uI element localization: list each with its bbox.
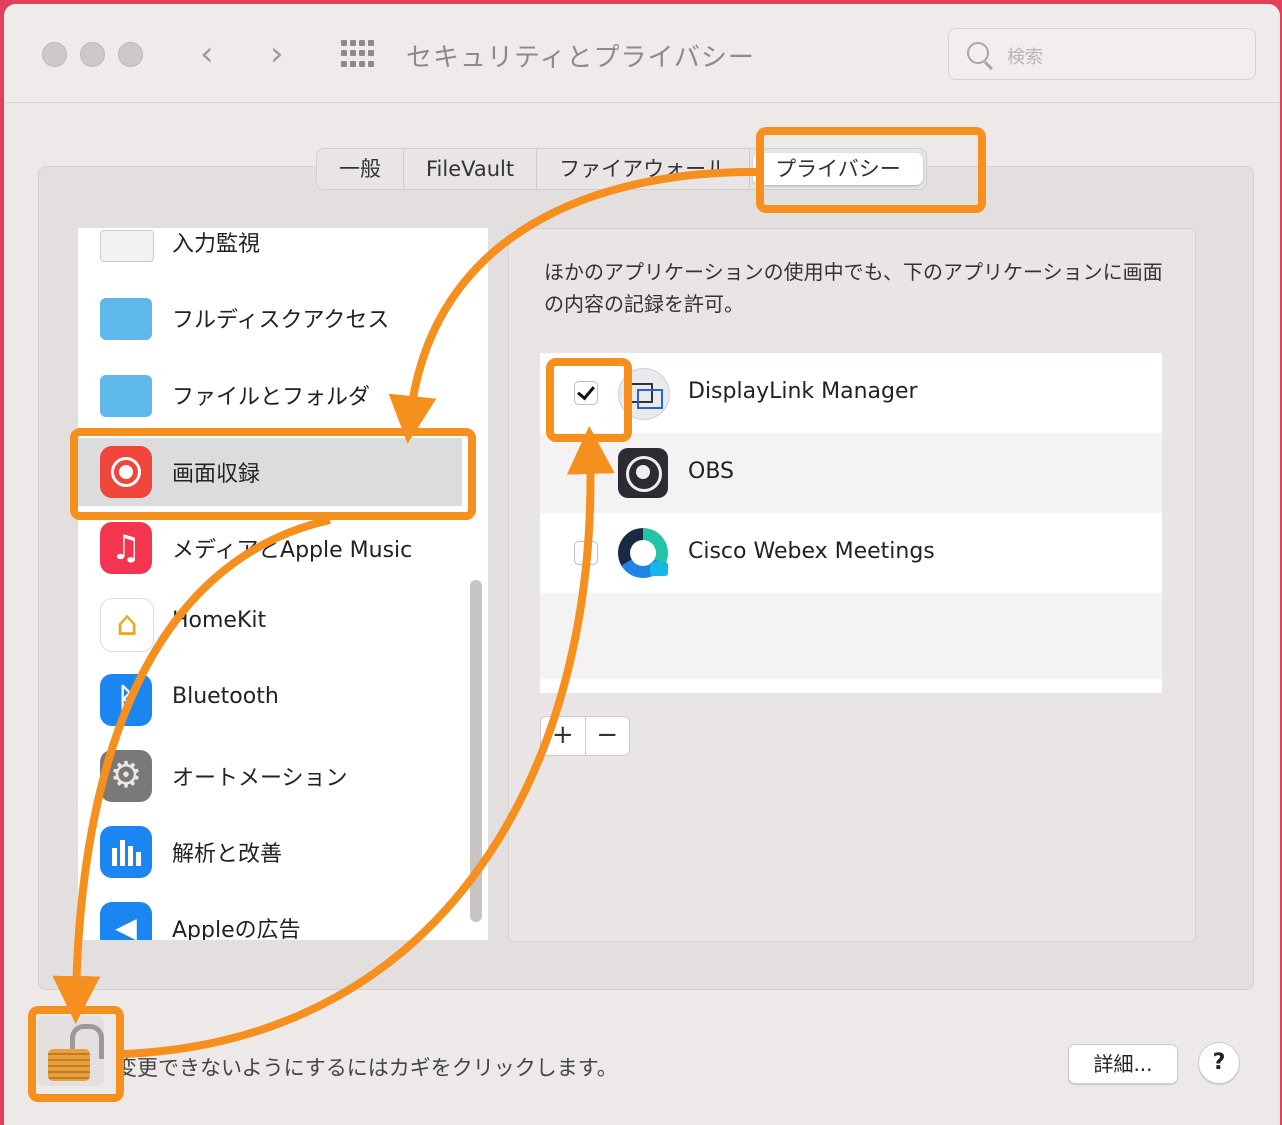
app-name: OBS [688, 459, 734, 484]
gear-icon: ⚙ [100, 750, 152, 802]
sidebar-item-label: HomeKit [172, 608, 267, 633]
sidebar-item-automation[interactable]: ⚙ オートメーション [78, 742, 462, 810]
advanced-button[interactable]: 詳細... [1068, 1044, 1178, 1084]
search-input[interactable]: 検索 [1007, 43, 1043, 69]
sidebar-item-label: 入力監視 [172, 232, 261, 257]
tab-firewall[interactable]: ファイアウォール [537, 149, 751, 189]
window-title: セキュリティとプライバシー [406, 43, 755, 73]
webex-checkbox[interactable] [574, 541, 598, 565]
megaphone-icon: ◀ [100, 902, 152, 940]
home-icon: ⌂ [100, 598, 154, 652]
tab-general[interactable]: 一般 [317, 149, 404, 189]
sidebar-item-full-disk-access[interactable]: フルディスクアクセス [78, 284, 462, 352]
tab-filevault[interactable]: FileVault [404, 149, 538, 189]
obs-app-icon [618, 448, 668, 498]
sidebar-item-bluetooth[interactable]: ᛒ Bluetooth [78, 666, 462, 734]
add-app-button[interactable]: + [541, 717, 586, 755]
sidebar-item-label: 解析と改善 [172, 842, 283, 867]
music-icon: ♫ [100, 522, 152, 574]
add-remove-control: + − [540, 716, 630, 756]
app-permission-list: DisplayLink Manager OBS Cisco Webex Meet… [540, 353, 1162, 693]
highlight-displaylink-checkbox [546, 358, 632, 442]
app-row-displaylink[interactable]: DisplayLink Manager [540, 353, 1162, 433]
app-name: Cisco Webex Meetings [688, 539, 935, 564]
folder-icon [100, 375, 152, 417]
highlight-privacy-tab [756, 127, 986, 213]
highlight-screen-recording [70, 428, 476, 520]
sidebar-item-label: メディアとApple Music [172, 538, 413, 563]
app-row-webex[interactable]: Cisco Webex Meetings [540, 513, 1162, 593]
empty-row [540, 593, 1162, 679]
sidebar-item-label: Bluetooth [172, 684, 279, 709]
sidebar-item-media-apple-music[interactable]: ♫ メディアとApple Music [78, 514, 462, 582]
minimize-button[interactable] [80, 42, 105, 67]
sidebar-item-homekit[interactable]: ⌂ HomeKit [78, 590, 462, 658]
app-name: DisplayLink Manager [688, 379, 918, 404]
highlight-lock [28, 1006, 124, 1102]
remove-app-button[interactable]: − [586, 717, 630, 755]
folder-icon [100, 298, 152, 340]
lock-hint-text: 変更できないようにするにはカギをクリックします。 [116, 1056, 618, 1080]
forward-chevron-icon[interactable]: › [270, 34, 284, 74]
chart-icon [100, 826, 152, 878]
back-chevron-icon[interactable]: ‹ [200, 34, 214, 74]
sidebar-item-files-and-folders[interactable]: ファイルとフォルダ [78, 361, 462, 429]
privacy-category-list: 入力監視 フルディスクアクセス ファイルとフォルダ 画面収録 ♫ メディアとAp… [78, 228, 488, 940]
sidebar-item-analytics[interactable]: 解析と改善 [78, 818, 462, 886]
sidebar-item-apple-ads[interactable]: ◀ Appleの広告 [78, 894, 462, 940]
help-button[interactable]: ? [1198, 1042, 1240, 1084]
app-row-obs[interactable]: OBS [540, 433, 1162, 513]
show-all-grid-icon[interactable] [341, 40, 375, 68]
sidebar-item-label: Appleの広告 [172, 918, 301, 940]
search-field[interactable]: 検索 [948, 28, 1256, 80]
title-bar: ‹ › セキュリティとプライバシー 検索 [4, 4, 1280, 103]
sidebar-item-label: オートメーション [172, 766, 348, 791]
keyboard-icon [100, 230, 154, 262]
sidebar-scrollbar[interactable] [470, 580, 482, 922]
sidebar-item-input-monitoring[interactable]: 入力監視 [78, 228, 462, 276]
sidebar-item-label: ファイルとフォルダ [172, 385, 371, 410]
webex-app-icon [618, 528, 668, 578]
bluetooth-icon: ᛒ [100, 674, 152, 726]
search-icon [967, 42, 989, 64]
sidebar-item-label: フルディスクアクセス [172, 308, 390, 333]
permission-description: ほかのアプリケーションの使用中でも、下のアプリケーションに画面の内容の記録を許可… [544, 260, 1163, 316]
zoom-button[interactable] [118, 42, 143, 67]
close-button[interactable] [42, 42, 67, 67]
